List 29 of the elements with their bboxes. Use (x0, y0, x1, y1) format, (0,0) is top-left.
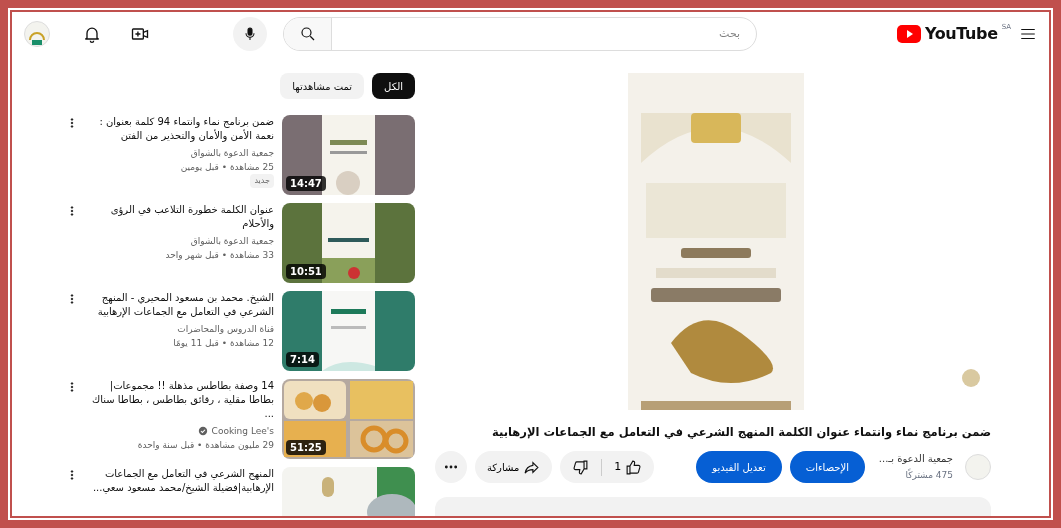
channel-name[interactable]: قناة الدروس والمحاضرات (177, 322, 274, 336)
new-badge: جديد (250, 174, 274, 188)
video-title[interactable]: عنوان الكلمة خطورة التلاعب في الرؤى والأحلام (87, 203, 274, 231)
video-duration: 51:25 (286, 440, 326, 455)
channel-name[interactable]: جمعية الدعوة بالشواق (190, 146, 274, 160)
edit-video-button[interactable]: تعديل الفيديو (696, 451, 782, 483)
like-button[interactable]: 1 (601, 458, 655, 476)
channel-name[interactable]: جمعية الدعوة بـ... (873, 451, 953, 467)
video-duration: 14:47 (286, 176, 326, 191)
like-dislike-control[interactable]: 1 (560, 451, 655, 483)
video-duration: 7:14 (286, 352, 319, 367)
video-metadata: 12 مشاهدة • قبل 11 يومًا (172, 337, 274, 350)
video-duration: 10:51 (286, 264, 326, 279)
subscriber-count: 475 مشتركًا (904, 467, 953, 482)
video-title[interactable]: 14 وصفة بطاطس مذهلة !! مجموعات| بطاطا مقلية ، رقائق بطاطس ، بطاطا سناك ... (87, 379, 274, 421)
video-title: ضمن برنامج نماء وانتماء عنوان الكلمة المنهج الشرعي في التعامل مع الجماعات الإرهابية (491, 424, 991, 442)
filter-chip[interactable]: تمت مشاهدتها (280, 73, 365, 99)
video-metadata: 29 مليون مشاهدة • قبل سنة واحدة (136, 439, 274, 452)
filter-chip[interactable]: الكل (372, 73, 415, 99)
analytics-button[interactable]: الإحصاءات (789, 451, 865, 483)
video-title[interactable]: الشيخ. محمد بن مسعود المحيري - المنهج الشرعي في التعامل مع الجماعات الإرهابية (87, 291, 274, 319)
video-metadata: 33 مشاهدة • قبل شهر واحد (164, 249, 274, 262)
share-button[interactable]: مشاركة (475, 451, 553, 483)
video-title[interactable]: المنهج الشرعي في التعامل مع الجماعات الإرهابية|فضيلة الشيخ/محمد مسعود سعي... (87, 467, 274, 495)
channel-name[interactable]: Cooking Lee's (211, 424, 274, 438)
channel-name[interactable]: جمعية الدعوة بالشواق (190, 234, 274, 248)
video-metadata: 25 مشاهدة • قبل يومين (179, 161, 274, 174)
search-input[interactable]: بحث (332, 18, 757, 50)
video-title[interactable]: ضمن برنامج نماء وانتماء 94 كلمة بعنوان : نعمة الأمن والأمان والتحذير من الفتن (87, 115, 274, 143)
